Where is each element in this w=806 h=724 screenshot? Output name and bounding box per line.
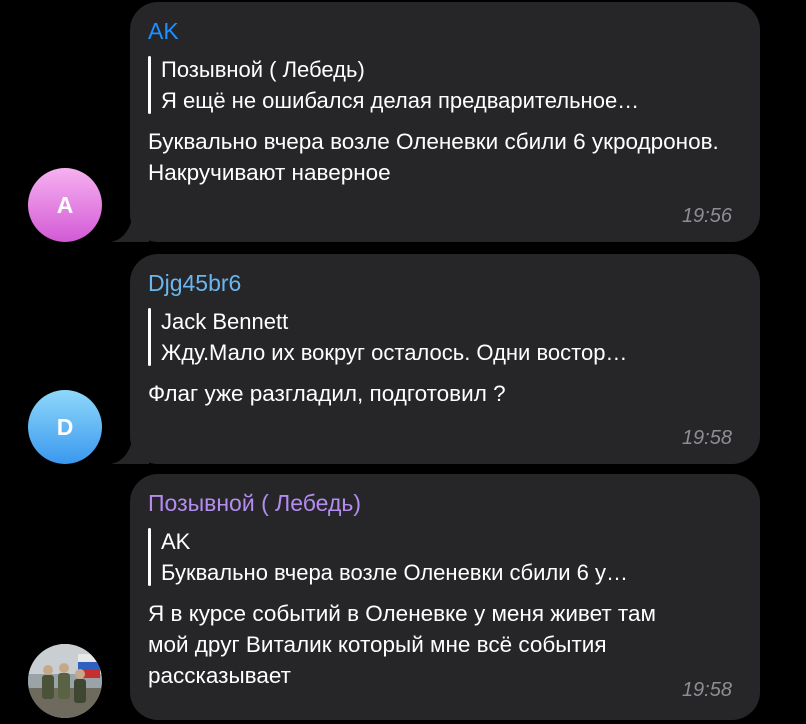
message-bubble[interactable]: Djg45br6 Jack Bennett Жду.Мало их вокруг… bbox=[130, 254, 760, 464]
avatar[interactable]: A bbox=[28, 168, 102, 242]
avatar-letter: D bbox=[56, 413, 74, 440]
message-text: Я в курсе событий в Оленевке у меня живе… bbox=[148, 601, 656, 688]
avatar[interactable] bbox=[28, 644, 102, 718]
reply-author: AK bbox=[161, 529, 191, 554]
message-bubble[interactable]: AK Позывной ( Лебедь) Я ещё не ошибался … bbox=[130, 2, 760, 242]
reply-preview: Жду.Мало их вокруг осталось. Одни востор… bbox=[161, 340, 628, 365]
reply-quote[interactable]: Jack Bennett Жду.Мало их вокруг осталось… bbox=[148, 306, 738, 368]
timestamp: 19:56 bbox=[681, 205, 732, 227]
reply-preview: Я ещё не ошибался делая предварительное… bbox=[161, 88, 640, 113]
reply-author: Позывной ( Лебедь) bbox=[161, 57, 365, 82]
reply-author: Jack Bennett bbox=[161, 309, 289, 334]
timestamp: 19:58 bbox=[681, 427, 732, 449]
message-text: Буквально вчера возле Оленевки сбили 6 у… bbox=[148, 129, 719, 185]
avatar[interactable]: D bbox=[28, 390, 102, 464]
sender-name[interactable]: AK bbox=[148, 16, 738, 46]
avatar-photo bbox=[28, 644, 102, 718]
reply-quote[interactable]: Позывной ( Лебедь) Я ещё не ошибался дел… bbox=[148, 54, 738, 116]
reply-quote[interactable]: AK Буквально вчера возле Оленевки сбили … bbox=[148, 526, 738, 588]
sender-name[interactable]: Позывной ( Лебедь) bbox=[148, 488, 738, 518]
reply-preview: Буквально вчера возле Оленевки сбили 6 у… bbox=[161, 560, 628, 585]
timestamp: 19:58 bbox=[681, 679, 732, 701]
message-text: Флаг уже разгладил, подготовил ? bbox=[148, 381, 506, 406]
sender-name[interactable]: Djg45br6 bbox=[148, 268, 738, 298]
chat-history[interactable]: A AK Позывной ( Лебедь) Я ещё не ошибалс… bbox=[0, 0, 806, 724]
message-bubble[interactable]: Позывной ( Лебедь) AK Буквально вчера во… bbox=[130, 474, 760, 720]
avatar-letter: A bbox=[56, 191, 74, 218]
